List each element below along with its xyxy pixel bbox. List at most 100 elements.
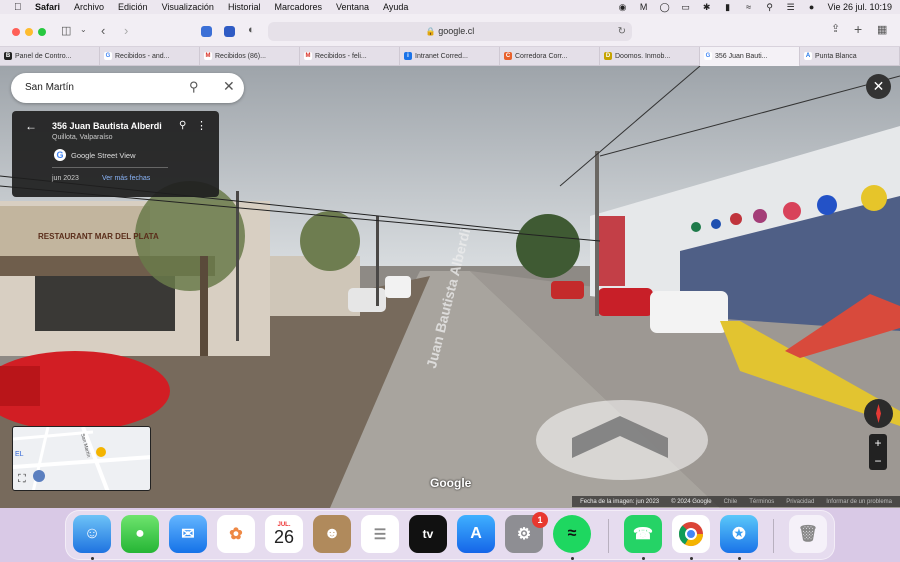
calendar-day: 26 [273, 527, 295, 547]
calendar-icon[interactable]: JUL. 26 [265, 515, 303, 553]
battery-icon[interactable]: ▮ [723, 2, 733, 12]
menu-historial[interactable]: Historial [228, 2, 261, 12]
capture-date: jun 2023 [52, 175, 79, 182]
menu-marcadores[interactable]: Marcadores [274, 2, 322, 12]
status-record-icon[interactable]: ◯ [660, 2, 670, 12]
tab-corredora[interactable]: C Corredora Corr... [500, 47, 600, 66]
whatsapp-icon[interactable]: ☎ [624, 515, 662, 553]
tab-label: Recibidos - feli... [315, 53, 367, 60]
system-settings-icon[interactable]: ⚙ 1 [505, 512, 548, 553]
tab-label: Recibidos - and... [115, 53, 170, 60]
minimize-window-button[interactable] [25, 28, 33, 36]
tab-label: Intranet Corred... [415, 53, 468, 60]
tab-label: Recibidos (86)... [215, 53, 266, 60]
tab-street-view-active[interactable]: G 356 Juan Bauti... [700, 47, 800, 66]
menu-ayuda[interactable]: Ayuda [383, 2, 408, 12]
share-icon[interactable]: ⇪ [831, 22, 840, 35]
finder-icon[interactable]: ☺ [73, 515, 111, 553]
tab-favicon-icon: G [104, 52, 112, 60]
menu-visualizacion[interactable]: Visualización [162, 2, 214, 12]
privacy-report-icon[interactable]: ◐ [248, 24, 255, 36]
compass-icon[interactable] [864, 399, 893, 428]
chevron-down-icon[interactable]: ⌄ [80, 25, 87, 34]
spotify-icon[interactable]: ≈ [553, 515, 591, 553]
country-link[interactable]: Chile [724, 499, 738, 505]
address-bar[interactable]: 🔒 google.cl ↻ [268, 22, 632, 41]
street-view-panorama[interactable]: Juan Bautista Alberdi RESTAURANT MAR DEL… [0, 66, 900, 508]
search-input[interactable]: San Martín [25, 82, 74, 93]
close-window-button[interactable] [12, 28, 20, 36]
see-more-dates-link[interactable]: Ver más fechas [102, 175, 150, 182]
photos-icon[interactable]: ✿ [217, 515, 255, 553]
tab-label: Doomos. Inmob... [615, 53, 671, 60]
reminders-icon[interactable]: ☰ [361, 515, 399, 553]
expand-map-icon[interactable]: ⛶ [18, 473, 26, 486]
menu-app-safari[interactable]: Safari [35, 2, 60, 12]
running-indicator [690, 557, 693, 560]
tab-recibidos-gmail-1[interactable]: G Recibidos - and... [100, 47, 200, 66]
apple-tv-icon[interactable]: tv [409, 515, 447, 553]
dock: ☺ ● ✉ ✿ JUL. 26 ☻ ☰ tv A ⚙1 ≈ ☎ ✪ � [65, 510, 835, 560]
spotlight-search-icon[interactable]: ⚲ [765, 2, 775, 12]
tab-doomos[interactable]: D Doomos. Inmob... [600, 47, 700, 66]
terms-link[interactable]: Términos [749, 499, 774, 505]
bluetooth-icon[interactable]: ✱ [702, 2, 712, 12]
map-footer: Fecha de la imagen: jun 2023 © 2024 Goog… [572, 496, 900, 507]
sidebar-toggle-icon[interactable]: ◫ [61, 24, 71, 37]
contacts-icon[interactable]: ☻ [313, 515, 351, 553]
wifi-icon[interactable]: ≈ [744, 2, 754, 12]
messages-icon[interactable]: ● [121, 515, 159, 553]
privacy-link[interactable]: Privacidad [786, 499, 814, 505]
tab-overview-icon[interactable]: ▦ [877, 23, 887, 36]
close-street-view-button[interactable]: ✕ [866, 74, 891, 99]
forward-arrow-icon[interactable]: › [124, 23, 128, 38]
tab-intranet[interactable]: i Intranet Corred... [400, 47, 500, 66]
map-pin-icon[interactable]: ⚲ [179, 120, 186, 131]
siri-icon[interactable]: ● [807, 2, 817, 12]
zoom-out-button[interactable]: − [869, 452, 887, 470]
browser-toolbar: ◫ ⌄ ‹ › ◐ 🔒 google.cl ↻ ⇪ + ▦ [0, 14, 900, 47]
extension-vpn-icon[interactable] [224, 26, 235, 37]
tab-recibidos-gmail-2[interactable]: M Recibidos (86)... [200, 47, 300, 66]
search-box[interactable]: San Martín ⚲ ✕ [11, 73, 244, 103]
tab-panel-control[interactable]: B Panel de Contro... [0, 47, 100, 66]
tab-favicon-icon: A [804, 52, 812, 60]
new-tab-plus-icon[interactable]: + [854, 21, 862, 37]
google-g-icon: G [54, 149, 66, 161]
app-store-icon[interactable]: A [457, 515, 495, 553]
chrome-icon[interactable] [672, 515, 710, 553]
menu-archivo[interactable]: Archivo [74, 2, 104, 12]
status-m-icon[interactable]: M [639, 2, 649, 12]
tab-punta-blanca[interactable]: A Punta Blanca [800, 47, 900, 66]
store-sign: RESTAURANT MAR DEL PLATA [38, 232, 159, 241]
mail-icon[interactable]: ✉ [169, 515, 207, 553]
status-circle-icon[interactable]: ◉ [618, 2, 628, 12]
zoom-in-button[interactable]: + [869, 434, 887, 452]
status-layout-icon[interactable]: ▭ [681, 2, 691, 12]
clear-search-icon[interactable]: ✕ [223, 78, 235, 95]
more-options-icon[interactable]: ⋮ [196, 119, 207, 132]
google-logo: Google [430, 476, 472, 490]
tab-favicon-icon: i [404, 52, 412, 60]
tab-label: Corredora Corr... [515, 53, 568, 60]
reload-icon[interactable]: ↻ [618, 22, 626, 41]
control-center-icon[interactable]: ☰ [786, 2, 796, 12]
extension-shield-icon[interactable] [201, 26, 212, 37]
minimap[interactable]: San Martín EL ⛶ [12, 426, 151, 491]
search-icon[interactable]: ⚲ [189, 79, 199, 95]
back-arrow-icon[interactable]: ← [25, 119, 37, 133]
tab-recibidos-gmail-3[interactable]: M Recibidos - feli... [300, 47, 400, 66]
report-problem-link[interactable]: Informar de un problema [826, 499, 892, 505]
safari-icon[interactable]: ✪ [720, 515, 758, 553]
back-arrow-icon[interactable]: ‹ [101, 23, 105, 38]
tab-favicon-icon: C [504, 52, 512, 60]
apple-menu-icon[interactable]:  [14, 2, 25, 13]
menubar-clock[interactable]: Vie 26 jul. 10:19 [828, 2, 892, 12]
zoom-window-button[interactable] [38, 28, 46, 36]
image-date-text: Fecha de la imagen: jun 2023 [580, 498, 660, 505]
card-divider [52, 167, 168, 168]
trash-icon[interactable]: 🗑 [789, 515, 827, 553]
menu-ventana[interactable]: Ventana [336, 2, 369, 12]
tab-label: Punta Blanca [815, 53, 857, 60]
menu-edicion[interactable]: Edición [118, 2, 148, 12]
